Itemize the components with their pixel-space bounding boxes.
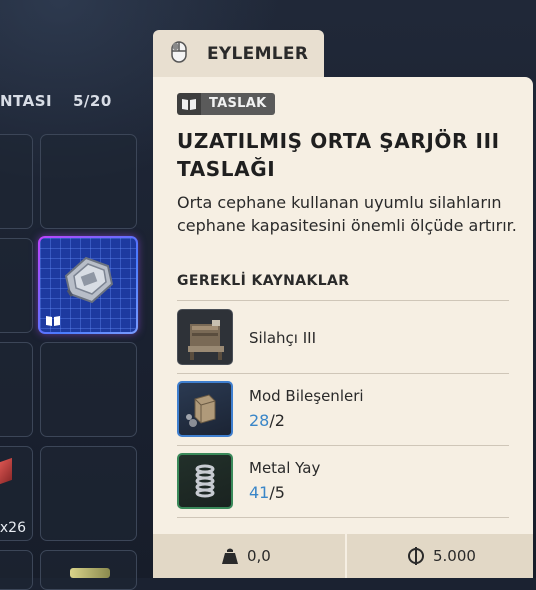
requirement-row: Metal Yay 41/5 <box>177 453 509 511</box>
requirement-amount: 41/5 <box>249 483 285 502</box>
inventory-slot[interactable] <box>0 134 33 229</box>
inventory-count: 5/20 <box>73 92 112 110</box>
inventory-slot[interactable] <box>40 134 137 229</box>
divider <box>177 373 509 374</box>
inventory-slot[interactable] <box>40 446 137 541</box>
mouse-icon <box>171 41 187 63</box>
item-description: Orta cephane kullanan uyumlu silahların … <box>177 193 517 235</box>
inventory-slot[interactable] <box>0 550 33 590</box>
mod-components-icon <box>177 381 233 437</box>
inventory-slot[interactable] <box>0 342 33 437</box>
requirement-have-count: 28 <box>249 411 270 430</box>
requirement-need-count: /5 <box>269 483 285 502</box>
actions-tab-label: EYLEMLER <box>207 44 309 64</box>
inventory-slot[interactable] <box>40 342 137 437</box>
inventory-title: NTASI <box>0 92 53 110</box>
stack-quantity: x26 <box>0 520 26 536</box>
category-badge: TASLAK <box>177 93 275 115</box>
requirements-heading: GEREKLİ KAYNAKLAR <box>177 273 350 289</box>
requirement-name: Silahçı III <box>249 329 317 347</box>
actions-tab[interactable]: EYLEMLER <box>153 30 324 78</box>
price-cell: 5.000 <box>407 534 476 578</box>
requirement-name: Metal Yay <box>249 459 321 477</box>
footer-separator <box>345 534 347 578</box>
metal-spring-icon <box>177 453 233 509</box>
blueprint-badge-icon <box>46 316 60 326</box>
requirement-need-count: /2 <box>269 411 285 430</box>
workbench-icon <box>177 309 233 365</box>
weight-value: 0,0 <box>247 547 271 565</box>
item-yellow-block-icon <box>70 568 110 578</box>
weight-icon <box>222 548 238 564</box>
divider <box>177 445 509 446</box>
inventory-slot-selected-blueprint[interactable] <box>38 236 138 334</box>
requirement-have-count: 41 <box>249 483 270 502</box>
tooltip-footer: 0,0 5.000 <box>153 534 533 578</box>
requirement-amount: 28/2 <box>249 411 285 430</box>
inventory-slot[interactable] <box>0 238 33 333</box>
category-badge-label: TASLAK <box>201 93 275 115</box>
magazine-icon <box>64 256 114 304</box>
requirement-row: Silahçı III <box>177 309 509 367</box>
weight-cell: 0,0 <box>221 534 271 578</box>
requirement-name: Mod Bileşenleri <box>249 387 364 405</box>
divider <box>177 300 509 301</box>
currency-icon <box>408 547 424 565</box>
blueprint-book-icon <box>177 93 201 115</box>
requirement-row: Mod Bileşenleri 28/2 <box>177 381 509 439</box>
item-red-block-icon <box>0 457 12 485</box>
item-tooltip-panel: TASLAK UZATILMIŞ ORTA ŞARJÖR III TASLAĞI… <box>153 77 533 578</box>
item-title: UZATILMIŞ ORTA ŞARJÖR III TASLAĞI <box>177 129 500 181</box>
divider <box>177 517 509 518</box>
price-value: 5.000 <box>433 547 476 565</box>
